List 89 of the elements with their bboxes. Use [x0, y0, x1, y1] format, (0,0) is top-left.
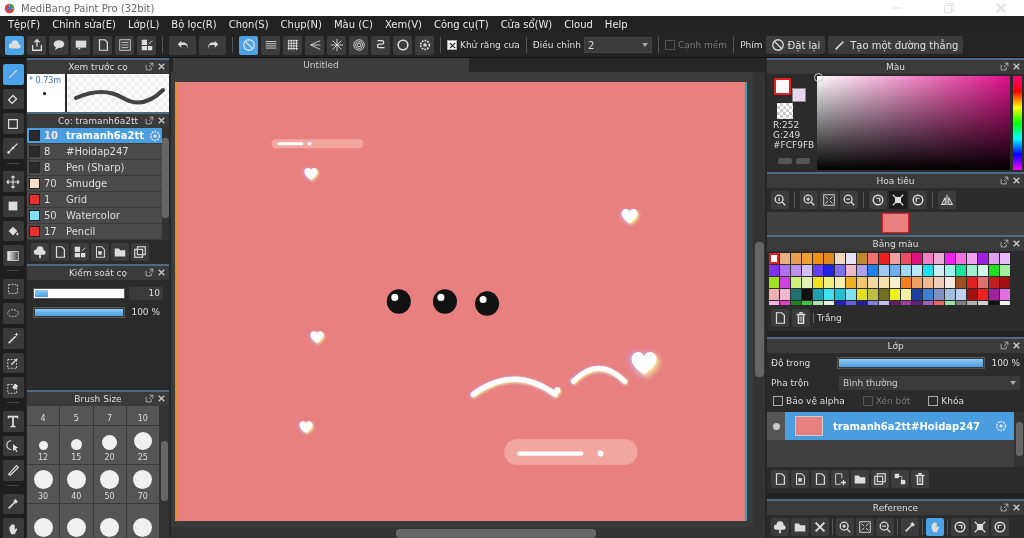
checkbox-label: Khử răng cưa	[460, 40, 520, 50]
slider-value: 10	[128, 287, 163, 300]
brush-size-cell[interactable]: 30	[27, 465, 60, 503]
color-value: R:252	[773, 120, 801, 130]
brush-item[interactable]: 8 #Hoidap247	[27, 144, 163, 160]
brush-size-cell[interactable]: 40	[60, 465, 93, 503]
panel-title: Brush Size	[74, 394, 122, 404]
checkbox-label: Xén bớt	[875, 396, 911, 407]
menu-item[interactable]: Công cụ(T)	[427, 19, 495, 30]
menu-item[interactable]: Bộ lọc(R)	[165, 19, 223, 30]
menu-item[interactable]: Help	[598, 19, 634, 30]
panel-title: Cọ: tramanh6a2tt	[57, 116, 139, 126]
brush-size: 1	[44, 194, 52, 205]
adjust-dropdown[interactable]: 2	[584, 37, 652, 53]
brush-size-cell[interactable]: 15	[60, 426, 93, 464]
brush-size-cell[interactable]: 70	[126, 465, 159, 503]
field-label: Độ trong	[771, 357, 812, 368]
brush-name: Watercolor	[66, 210, 121, 221]
menu-item[interactable]: Lớp(L)	[121, 19, 166, 30]
menu-item[interactable]: Màu (C)	[327, 19, 379, 30]
panel-title: Màu	[886, 62, 905, 72]
menu-item[interactable]: Cloud	[558, 19, 599, 30]
field-label: Điều chỉnh	[532, 40, 581, 50]
document-tab[interactable]: Untitled	[173, 58, 469, 72]
brush-size-cell[interactable]: 20	[93, 426, 126, 464]
brush-size-label: 30	[38, 492, 49, 501]
brush-size-cell[interactable]: 7	[93, 406, 126, 425]
layer-name: tramanh6a2tt#Hoidap247	[833, 420, 982, 432]
brush-name: #Hoidap247	[66, 146, 130, 157]
brush-size: 50	[44, 210, 58, 221]
panel-title: Lớp	[887, 341, 904, 352]
checkbox-label: Cạnh mềm	[678, 40, 728, 50]
brush-size: 8	[44, 162, 52, 173]
brush-size-label: 4	[40, 414, 46, 423]
brush-size-label: 7	[107, 414, 113, 423]
panel-title: Hoa tiêu	[876, 175, 915, 186]
checkbox-label: Khóa	[941, 396, 964, 407]
menu-item[interactable]: Xem(V)	[378, 19, 428, 30]
brush-size-cell[interactable]: 25	[126, 426, 159, 464]
slider-value: 100 %	[130, 306, 161, 319]
brush-item[interactable]: 17 Pencil	[27, 224, 163, 240]
brush-name: Pen (Sharp)	[66, 162, 126, 173]
brush-size-label: 20	[104, 453, 115, 462]
brush-size-label: 25	[137, 453, 148, 462]
brush-size-cell[interactable]: 12	[27, 426, 60, 464]
reset-button[interactable]: Đặt lại	[765, 36, 826, 54]
brush-size: 8	[44, 146, 52, 157]
window-title: MediBang Paint Pro (32bit)	[21, 2, 156, 14]
brush-item[interactable]: 70 Smudge	[27, 176, 163, 192]
brush-size: 70	[44, 178, 58, 189]
color-value: G:249	[773, 130, 801, 140]
brush-size-label: 50	[104, 492, 115, 501]
field-label: Phím	[740, 40, 763, 50]
menu-item[interactable]: Chỉnh sửa(E)	[46, 19, 122, 30]
brush-name: tramanh6a2tt	[66, 130, 145, 141]
menu-item[interactable]: Tệp(F)	[2, 19, 47, 30]
brush-size-label: 5	[73, 414, 79, 423]
slider-value: 100 %	[991, 357, 1020, 368]
brush-item[interactable]: 50 Watercolor	[27, 208, 163, 224]
field-label: Pha trộn	[771, 377, 810, 388]
menu-item[interactable]: Chụp(N)	[274, 19, 328, 30]
menu-item[interactable]: Chọn(S)	[222, 19, 275, 30]
brush-size-label: 70	[137, 492, 148, 501]
brush-size-cell[interactable]: 50	[93, 465, 126, 503]
brush-item[interactable]: 8 Pen (Sharp)	[27, 160, 163, 176]
panel-title: Bảng màu	[872, 239, 919, 250]
brush-item[interactable]: 1 Grid	[27, 192, 163, 208]
brush-size-label: 15	[71, 453, 82, 462]
brush-name: Smudge	[66, 178, 109, 189]
checkbox-label: Bảo vệ alpha	[786, 396, 845, 407]
palette-name: Trắng	[813, 313, 842, 324]
panel-title: Xem trước cọ	[68, 62, 128, 72]
brush-size-cell[interactable]: 10	[126, 406, 159, 425]
blend-dropdown[interactable]: Bình thường	[839, 375, 1020, 390]
panel-title: Reference	[872, 503, 919, 513]
panel-title: Kiểm soát cọ	[68, 268, 128, 278]
brush-name: Pencil	[66, 226, 97, 237]
menu-item[interactable]: Cửa sổ(W)	[494, 19, 559, 30]
straight-line-button[interactable]: Tạo một đường thẳng	[828, 36, 964, 54]
brush-size-label: 40	[71, 492, 82, 501]
brush-size-text: * 0.73m	[29, 76, 62, 85]
brush-size: 17	[44, 226, 58, 237]
brush-size: 10	[44, 130, 59, 141]
brush-size-label: 10	[137, 414, 148, 423]
hex-value: #FCF9FB	[773, 140, 815, 150]
brush-size-cell[interactable]: 5	[60, 406, 93, 425]
brush-size-cell[interactable]: 4	[27, 406, 60, 425]
brush-size-label: 12	[38, 453, 49, 462]
brush-name: Grid	[66, 194, 88, 205]
